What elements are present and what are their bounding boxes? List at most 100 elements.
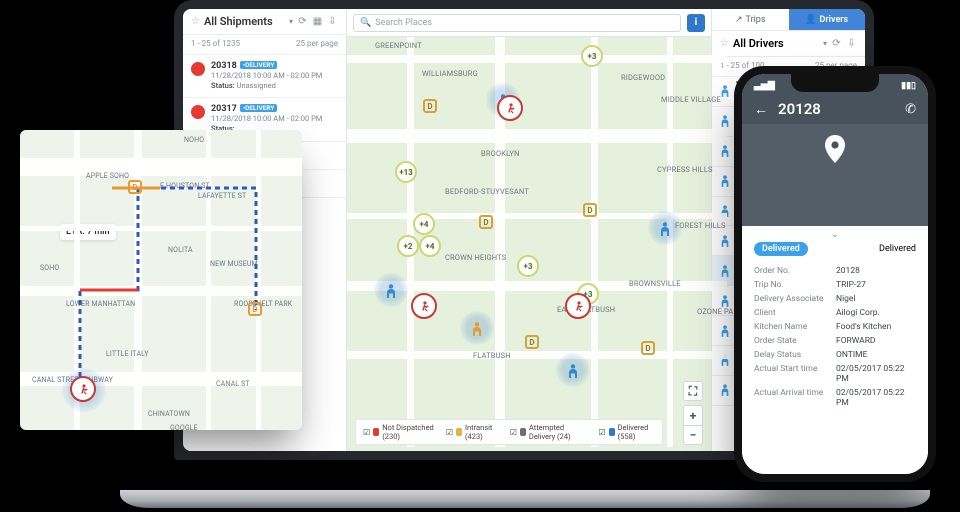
driver-marker[interactable] (385, 283, 397, 297)
detail-key: Actual Arrival time (754, 388, 836, 408)
status-dot-icon (191, 105, 205, 119)
search-input[interactable]: 🔍 Search Places (353, 14, 681, 32)
download-icon[interactable]: ⇩ (846, 38, 857, 49)
map-preview-card[interactable]: ETA: 7 min NOHOSOHONOLITALOWER MANHATTAN… (20, 130, 302, 430)
cluster-bubble[interactable]: +13 (395, 161, 417, 183)
checkbox[interactable]: ☑ (363, 428, 370, 437)
drivers-title: All Drivers (733, 37, 819, 50)
phone-map[interactable] (742, 124, 928, 226)
phone-notch (791, 74, 879, 92)
legend-swatch (373, 428, 379, 436)
shipments-header[interactable]: ☆ All Shipments ▾ ⟳ ▦ ⇩ (183, 9, 346, 35)
detail-key: Client (754, 308, 836, 318)
courier-marker[interactable] (411, 293, 437, 319)
marker[interactable]: D (479, 215, 493, 229)
status-dot-icon (191, 62, 205, 76)
tab-drivers[interactable]: 👤Drivers (789, 9, 866, 30)
driver-marker[interactable] (471, 321, 483, 335)
map-canvas[interactable]: GREENPOINTWILLIAMSBURGRIDGEWOODMIDDLE VI… (347, 37, 711, 451)
shipment-id: 20318•DELIVERY (211, 61, 338, 71)
star-icon[interactable]: ☆ (191, 16, 200, 27)
refresh-icon[interactable]: ⟳ (831, 38, 842, 49)
legend-label: Attempted Delivery (24) (529, 423, 589, 441)
person-icon: 👤 (805, 15, 816, 25)
courier-marker[interactable] (497, 95, 523, 121)
info-button[interactable]: i (687, 14, 705, 32)
detail-row: Delivery AssociateNigel (754, 294, 916, 304)
place-label: BEDFORD-STUYVESANT (445, 187, 529, 196)
map-panel: 🔍 Search Places i GREENPOINTWILLIAMSBURG… (347, 9, 711, 451)
shipments-title: All Shipments (204, 15, 285, 28)
cluster-bubble[interactable]: +2 (397, 235, 419, 257)
map-legend: ☑Not Dispatched (230)☑Intransit (423)☑At… (355, 419, 663, 445)
calendar-icon[interactable]: ▦ (312, 16, 323, 27)
chevron-down-icon[interactable]: ▾ (289, 17, 293, 26)
signal-icon: ▃▅▇ (754, 81, 775, 91)
status-text: Delivered (879, 244, 916, 254)
detail-value: FORWARD (836, 336, 916, 346)
cluster-bubble[interactable]: +3 (581, 45, 603, 67)
legend-swatch (456, 428, 462, 436)
road (591, 37, 598, 447)
detail-row: Order StateFORWARD (754, 336, 916, 346)
courier-marker[interactable] (70, 376, 96, 402)
back-button[interactable]: ← (754, 101, 768, 118)
phone-top: ▃▅▇ 9:41 ▮▮▯ ← 20128 ✆ (742, 74, 928, 226)
star-icon[interactable]: ☆ (720, 38, 729, 49)
legend-item[interactable]: ☑Intransit (423) (446, 423, 500, 441)
legend-item[interactable]: ☑Delivered (558) (599, 423, 656, 441)
phone-title: 20128 (778, 100, 895, 118)
person-icon (720, 265, 730, 277)
map-toolbar: 🔍 Search Places i (347, 9, 711, 37)
battery-icon: ▮▮▯ (901, 81, 916, 91)
marker[interactable]: D (423, 99, 437, 113)
cluster-bubble[interactable]: +4 (419, 235, 441, 257)
place-label: RIDGEWOOD (621, 73, 665, 82)
shipment-status: Status: Unassigned (211, 81, 338, 91)
phone-header: ← 20128 ✆ (742, 98, 928, 124)
marker[interactable]: D (641, 341, 655, 355)
marker[interactable]: D (583, 203, 597, 217)
place-label: BROOKLYN (481, 149, 520, 158)
zoom-out-button[interactable]: − (683, 425, 703, 445)
detail-row: Trip No.TRIP-27 (754, 280, 916, 290)
detail-row: Delay StatusONTIME (754, 350, 916, 360)
detail-row: Order No.20128 (754, 266, 916, 276)
tab-trips[interactable]: ↗Trips (712, 9, 789, 30)
checkbox[interactable]: ☑ (446, 428, 453, 437)
drivers-header[interactable]: ☆ All Drivers ▾ ⟳ ⇩ (712, 31, 865, 57)
legend-item[interactable]: ☑ Attempted Delivery (24) (510, 423, 589, 441)
status-row: Delivered Delivered (742, 242, 928, 262)
shipment-row[interactable]: 20318•DELIVERY 11/28/2018 10:00 AM - 02:… (183, 55, 346, 98)
chevron-down-icon[interactable]: ▾ (823, 39, 827, 48)
map-controls: ⛶ +− (683, 381, 703, 445)
details-grid: Order No.20128 Trip No.TRIP-27 Delivery As… (742, 262, 928, 412)
courier-marker[interactable] (565, 293, 591, 319)
zoom-in-button[interactable]: + (683, 405, 703, 425)
legend-swatch (520, 428, 526, 436)
detail-key: Actual Start time (754, 364, 836, 384)
call-button[interactable]: ✆ (905, 102, 916, 117)
refresh-icon[interactable]: ⟳ (297, 16, 308, 27)
detail-value: ONTIME (836, 350, 916, 360)
driver-marker[interactable] (567, 363, 579, 377)
sheet-handle[interactable]: ⌄ (742, 226, 928, 242)
person-icon (720, 85, 730, 97)
checkbox[interactable]: ☑ (510, 428, 517, 437)
shipments-range: 1 - 25 of 1235 (191, 39, 240, 48)
fullscreen-button[interactable]: ⛶ (683, 381, 703, 401)
shipments-per-page[interactable]: 25 per page (296, 39, 338, 48)
legend-item[interactable]: ☑Not Dispatched (230) (363, 423, 436, 441)
checkbox[interactable]: ☑ (599, 428, 606, 437)
driver-marker[interactable] (659, 221, 671, 235)
person-icon (720, 175, 730, 187)
cluster-bubble[interactable]: +3 (517, 255, 539, 277)
download-icon[interactable]: ⇩ (327, 16, 338, 27)
detail-value: Food's Kitchen (836, 322, 916, 332)
person-icon (720, 235, 730, 247)
place-label: MIDDLE VILLAGE (661, 95, 721, 104)
cluster-bubble[interactable]: +4 (413, 213, 435, 235)
phone-device: ▃▅▇ 9:41 ▮▮▯ ← 20128 ✆ ⌄ Delivered Deliv… (734, 66, 936, 482)
detail-key: Kitchen Name (754, 322, 836, 332)
marker[interactable]: D (525, 335, 539, 349)
